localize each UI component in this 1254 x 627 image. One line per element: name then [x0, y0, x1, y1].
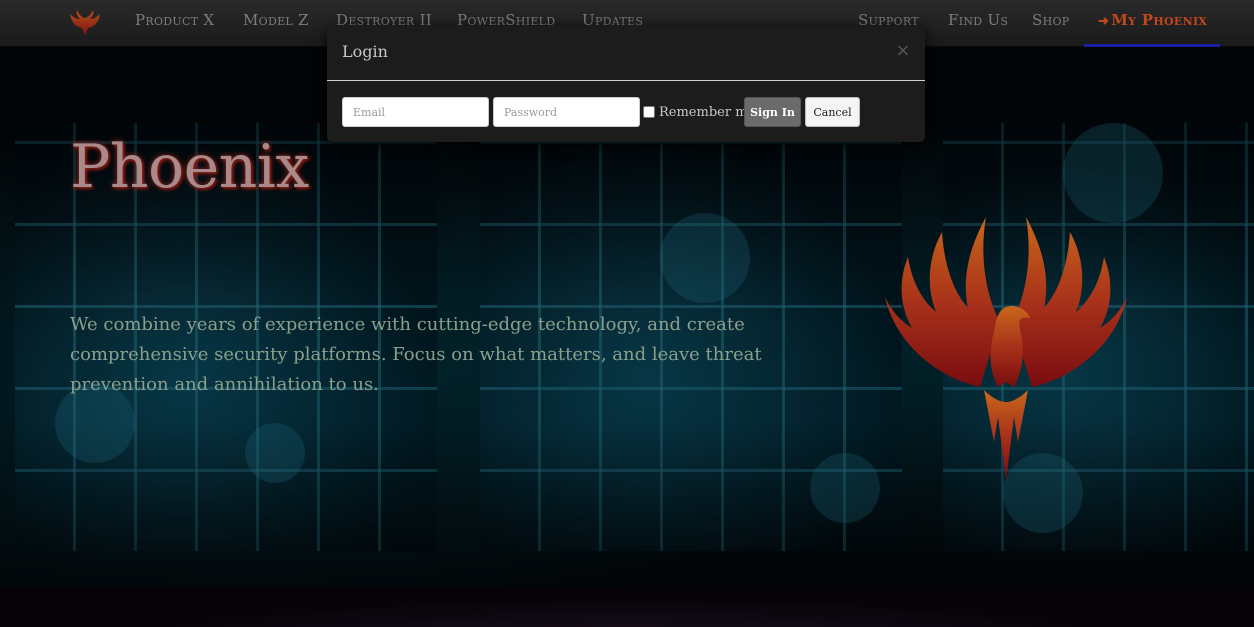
- phoenix-emblem-icon: [885, 217, 1127, 480]
- nav-shop[interactable]: Shop: [1032, 0, 1070, 40]
- hero-description: We combine years of experience with cutt…: [70, 314, 762, 395]
- login-icon: ➜: [1098, 14, 1110, 29]
- sign-in-button[interactable]: Sign In: [744, 97, 801, 127]
- hero-title: Phoenix: [70, 132, 309, 202]
- close-icon[interactable]: ×: [895, 41, 911, 61]
- remember-me[interactable]: Remember me: [643, 104, 755, 120]
- remember-me-checkbox[interactable]: [643, 106, 655, 118]
- nav-my-phoenix[interactable]: ➜ My Phoenix: [1098, 0, 1207, 40]
- email-field[interactable]: [342, 97, 489, 127]
- footer-strip: [0, 587, 1254, 627]
- nav-model-z[interactable]: Model Z: [243, 0, 309, 40]
- nav-product-x[interactable]: Product X: [135, 0, 214, 40]
- modal-title: Login: [342, 42, 388, 61]
- password-field[interactable]: [493, 97, 640, 127]
- nav-find-us[interactable]: Find Us: [948, 0, 1008, 40]
- cancel-button[interactable]: Cancel: [805, 97, 860, 127]
- phoenix-logo-icon[interactable]: [68, 8, 102, 38]
- remember-me-label: Remember me: [659, 104, 756, 120]
- login-modal: Login × Remember me Sign In Cancel: [327, 26, 925, 142]
- active-nav-indicator: [1084, 44, 1220, 47]
- modal-header: Login ×: [327, 26, 925, 81]
- nav-my-phoenix-label: My Phoenix: [1111, 11, 1208, 29]
